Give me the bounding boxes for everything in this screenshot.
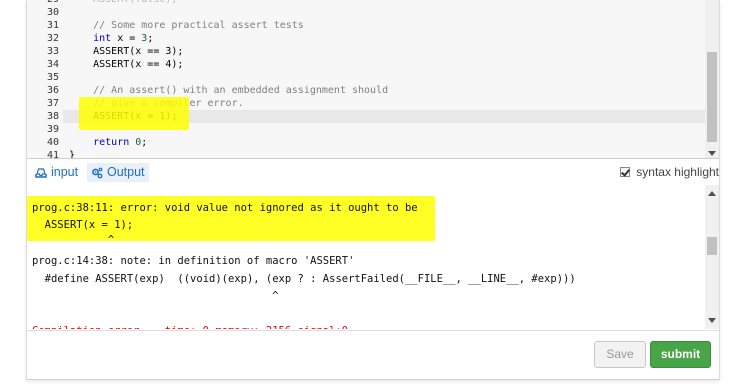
output-scrollbar[interactable] bbox=[705, 185, 719, 329]
output-line-text: ^ bbox=[107, 234, 115, 246]
code-text: // Some more practical assert tests bbox=[93, 20, 304, 31]
code-area[interactable]: ASSERT(false); // Some more practical as… bbox=[63, 0, 705, 158]
syntax-highlight-toggle[interactable]: syntax highlight bbox=[620, 164, 719, 180]
output-line: Compilation error time: 0 memory: 2156 s… bbox=[32, 324, 348, 329]
output-line: prog.c:14:38: note: in definition of mac… bbox=[32, 254, 354, 268]
code-text: } bbox=[69, 150, 76, 159]
line-number: 39 bbox=[46, 124, 59, 135]
gears-icon bbox=[92, 167, 103, 178]
code-text: // An assert() with an embedded assignme… bbox=[93, 85, 389, 96]
highlight-marker-editor bbox=[79, 97, 189, 130]
code-line: // Some more practical assert tests bbox=[63, 19, 705, 32]
output-line-text: ^ bbox=[44, 185, 51, 193]
code-text: ASSERT(x == 3); bbox=[93, 46, 184, 57]
code-line: int x = 3; bbox=[63, 32, 705, 45]
output-line: ^ bbox=[32, 289, 279, 303]
output-line-text: ASSERT(x = 1); bbox=[44, 219, 134, 231]
output-line: prog.c:38:11: error: void value not igno… bbox=[32, 201, 418, 215]
line-number: 38 bbox=[46, 111, 59, 122]
output-line: #define ASSERT(exp) ((void)(exp), (exp ?… bbox=[32, 272, 576, 286]
line-number: 31 bbox=[46, 20, 59, 31]
output-line: ^ bbox=[32, 185, 51, 194]
tab-input[interactable]: input bbox=[31, 163, 82, 182]
code-editor[interactable]: 29303132333435363738394041 ASSERT(false)… bbox=[27, 0, 719, 159]
output-panel: ^ prog.c:38:11: error: void value not ign… bbox=[27, 185, 719, 329]
line-number: 37 bbox=[46, 98, 59, 109]
code-line: ASSERT(x == 4); bbox=[63, 58, 705, 71]
code-line: ASSERT(x == 3); bbox=[63, 45, 705, 58]
tab-output[interactable]: Output bbox=[87, 163, 149, 182]
editor-scrollbar[interactable] bbox=[705, 0, 719, 158]
tab-output-label: Output bbox=[107, 165, 145, 179]
io-tab-bar: input Output syntax highlight bbox=[27, 160, 719, 184]
code-text: return 0; bbox=[93, 137, 148, 148]
code-line: } bbox=[63, 149, 705, 159]
code-text: ASSERT(false); bbox=[93, 0, 177, 5]
syntax-highlight-label: syntax highlight bbox=[636, 165, 719, 179]
output-line: ASSERT(x = 1); bbox=[32, 218, 134, 232]
output-scrollbar-thumb[interactable] bbox=[707, 237, 717, 255]
code-text: int x = 3; bbox=[93, 33, 154, 44]
save-button[interactable]: Save bbox=[594, 341, 646, 368]
output-line-text: #define ASSERT(exp) ((void)(exp), (exp ?… bbox=[44, 273, 576, 285]
line-number: 33 bbox=[46, 46, 59, 57]
submit-button[interactable]: submit bbox=[650, 341, 711, 368]
line-number-gutter: 29303132333435363738394041 bbox=[27, 0, 63, 158]
editor-scrollbar-thumb[interactable] bbox=[707, 52, 717, 142]
inbox-icon bbox=[35, 167, 47, 178]
line-number: 35 bbox=[46, 72, 59, 83]
output-line: ^ bbox=[32, 233, 114, 247]
action-footer: Save submit bbox=[27, 330, 719, 379]
scroll-down-arrow-icon[interactable] bbox=[708, 318, 716, 323]
line-number: 32 bbox=[46, 33, 59, 44]
tab-input-label: input bbox=[51, 165, 79, 179]
code-text: ASSERT(x == 4); bbox=[93, 59, 184, 70]
syntax-highlight-checkbox[interactable] bbox=[620, 167, 631, 177]
line-number: 34 bbox=[46, 59, 59, 70]
output-line-text: ^ bbox=[272, 290, 279, 302]
line-number: 30 bbox=[46, 7, 59, 18]
output-line-text: prog.c:38:11: error: void value not igno… bbox=[32, 202, 418, 214]
output-line-text: prog.c:14:38: note: in definition of mac… bbox=[32, 255, 355, 267]
code-line: return 0; bbox=[63, 136, 705, 149]
line-number: 41 bbox=[46, 150, 59, 159]
line-number: 36 bbox=[46, 85, 59, 96]
ide-panel: 29303132333435363738394041 ASSERT(false)… bbox=[26, 0, 720, 380]
line-number: 40 bbox=[46, 137, 59, 148]
output-line-text: Compilation error time: 0 memory: 2156 s… bbox=[32, 325, 348, 329]
code-line: // An assert() with an embedded assignme… bbox=[63, 84, 705, 97]
scroll-down-arrow-icon[interactable] bbox=[708, 151, 716, 156]
scroll-up-arrow-icon[interactable] bbox=[708, 191, 716, 196]
